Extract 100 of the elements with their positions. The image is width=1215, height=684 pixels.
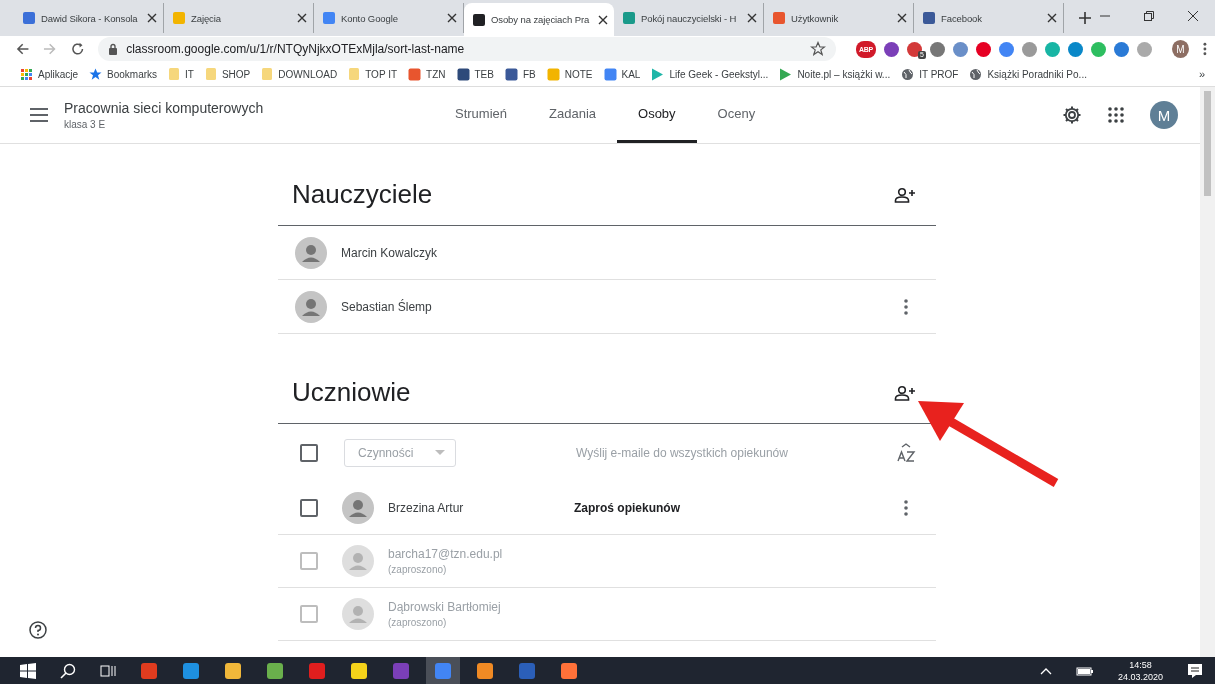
site-icon	[546, 67, 560, 81]
avatar-icon	[295, 290, 327, 323]
section-heading: Uczniowie	[292, 377, 411, 408]
menu-icon[interactable]	[30, 108, 48, 122]
folder-icon	[204, 67, 217, 81]
bookmark[interactable]: IT PROF	[901, 67, 959, 81]
checkbox[interactable]	[300, 444, 318, 462]
browser-tab[interactable]: Zajęcia	[164, 3, 314, 33]
bookmark[interactable]: DOWNLOAD	[261, 67, 338, 81]
close-icon[interactable]	[447, 13, 457, 23]
bookmark[interactable]: TEB	[456, 67, 494, 81]
person-name: Sebastian Ślemp	[341, 299, 432, 314]
bookmark[interactable]: Life Geek - Geekstyl...	[651, 67, 769, 81]
checkbox[interactable]	[300, 605, 318, 623]
add-person-icon[interactable]	[894, 384, 916, 401]
close-icon[interactable]	[297, 13, 307, 23]
globe-icon	[901, 67, 915, 81]
section-heading: Nauczyciele	[292, 179, 433, 210]
apps-grid-icon	[20, 67, 33, 81]
close-icon[interactable]	[747, 13, 757, 23]
checkbox[interactable]	[300, 552, 318, 570]
checkbox[interactable]	[300, 499, 318, 517]
bookmark[interactable]: Noite.pl – książki w...	[779, 67, 891, 81]
task-view-icon[interactable]	[100, 662, 116, 679]
help-icon[interactable]	[29, 621, 47, 639]
extension-icon[interactable]	[906, 41, 922, 57]
more-icon[interactable]	[904, 500, 908, 516]
notifications-icon[interactable]	[1187, 662, 1203, 679]
start-icon[interactable]	[20, 662, 36, 679]
account-avatar[interactable]: M	[1150, 101, 1178, 129]
play-icon	[779, 67, 793, 81]
more-icon[interactable]	[1203, 42, 1207, 56]
folder-icon	[348, 67, 361, 81]
more-icon[interactable]	[904, 298, 908, 315]
class-title[interactable]: Pracownia sieci komputerowych	[64, 100, 434, 116]
extension-icon[interactable]	[975, 41, 991, 57]
bookmark[interactable]: Książki Poradniki Po...	[969, 67, 1087, 81]
new-tab-icon[interactable]	[1078, 11, 1092, 25]
close-icon[interactable]	[1187, 10, 1199, 22]
avatar-icon	[342, 492, 374, 524]
browser-tab[interactable]: Facebook	[914, 3, 1064, 33]
restore-icon[interactable]	[1143, 10, 1155, 22]
star-icon[interactable]	[809, 41, 826, 57]
extension-icon[interactable]	[929, 41, 945, 57]
settings-icon[interactable]	[1062, 105, 1082, 125]
bookmark[interactable]: SHOP	[204, 67, 251, 81]
student-name: barcha17@tzn.edu.pl	[388, 547, 504, 561]
scrollbar-thumb[interactable]	[1204, 91, 1211, 196]
reload-icon[interactable]	[70, 42, 85, 56]
battery-icon[interactable]	[1075, 665, 1094, 676]
lock-icon	[108, 43, 119, 55]
clock[interactable]: 14:58 24.03.2020	[1117, 658, 1163, 683]
invite-status: (zaproszono)	[388, 564, 448, 575]
avatar-icon	[342, 545, 374, 577]
bookmark[interactable]: Bookmarks	[89, 67, 158, 81]
close-icon[interactable]	[1047, 13, 1057, 23]
sort-icon[interactable]	[896, 443, 916, 463]
avatar-icon	[295, 236, 327, 269]
browser-tab[interactable]: Osoby na zajęciach Pra	[464, 3, 614, 36]
bookmark[interactable]: IT	[168, 67, 194, 81]
bookmark[interactable]: FB	[504, 67, 536, 81]
student-name: Dąbrowski Bartłomiej	[388, 600, 502, 614]
caret-icon	[435, 450, 445, 456]
bookmark[interactable]: Aplikacje	[20, 67, 79, 81]
close-icon[interactable]	[897, 13, 907, 23]
chevron-up-icon[interactable]	[1039, 666, 1052, 675]
class-subtitle: klasa 3 E	[64, 119, 107, 130]
avatar-icon	[342, 598, 374, 630]
nav-tab[interactable]: Zadania	[528, 87, 617, 143]
student-name: Brzezina Artur	[388, 501, 465, 515]
person-name: Marcin Kowalczyk	[341, 245, 438, 260]
address-bar[interactable]: classroom.google.com/u/1/r/NTQyNjkxOTExMjla/sort-last-name	[98, 37, 836, 61]
nav-tab[interactable]: Osoby	[617, 87, 697, 143]
browser-tab[interactable]: Pokój nauczycielski - H	[614, 3, 764, 33]
invite-status: (zaproszono)	[388, 617, 448, 628]
url-text: classroom.google.com/u/1/r/NTQyNjkxOTExMjla/sort-last-name	[126, 42, 465, 56]
play-icon	[651, 67, 665, 81]
nav-tab[interactable]: Strumień	[434, 87, 529, 143]
add-person-icon[interactable]	[894, 186, 916, 203]
search-icon[interactable]	[60, 662, 76, 679]
browser-tab[interactable]: Użytkownik	[764, 3, 914, 33]
back-icon[interactable]	[16, 42, 30, 56]
bookmark[interactable]: TOP IT	[348, 67, 398, 81]
bookmark[interactable]: NOTE	[546, 67, 593, 81]
bookmark[interactable]: KAL	[603, 67, 641, 81]
folder-icon	[168, 67, 181, 81]
extension-icon[interactable]	[1113, 41, 1129, 57]
close-icon[interactable]	[598, 14, 608, 25]
browser-tab[interactable]: Dawid Sikora - Konsola	[14, 3, 164, 33]
apps-grid-icon[interactable]	[1108, 107, 1124, 123]
profile-avatar[interactable]: M	[1171, 40, 1190, 58]
folder-icon	[261, 67, 274, 81]
bookmark[interactable]: TZN	[408, 67, 446, 81]
site-icon	[504, 67, 518, 81]
more-bookmarks-button[interactable]: »	[1198, 68, 1205, 80]
invite-guardians-link[interactable]: Zaproś opiekunów	[574, 501, 680, 515]
close-icon[interactable]	[147, 13, 157, 23]
nav-tab[interactable]: Oceny	[696, 87, 777, 143]
site-icon	[456, 67, 470, 81]
extension-icon[interactable]	[883, 41, 899, 57]
